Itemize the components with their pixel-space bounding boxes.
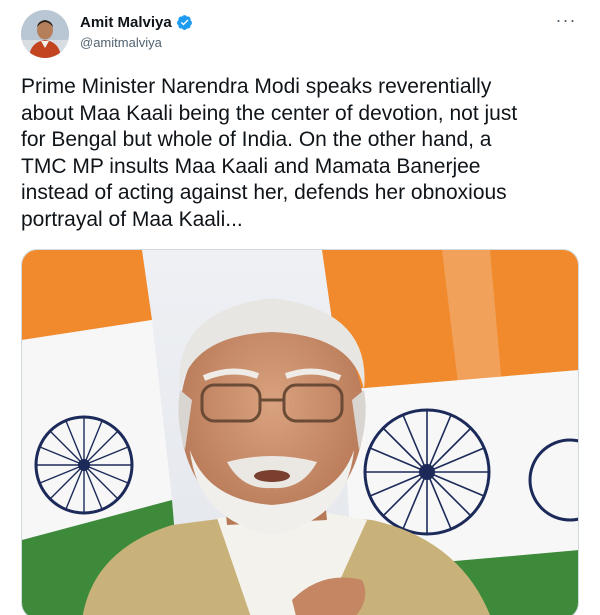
tweet-media-image[interactable] (21, 249, 579, 615)
author-handle[interactable]: @amitmalviya (80, 35, 193, 50)
author-avatar[interactable] (21, 10, 69, 58)
author-info: Amit Malviya @amitmalviya (80, 12, 193, 50)
tweet-text: Prime Minister Narendra Modi speaks reve… (21, 75, 518, 231)
tweet-card[interactable]: Amit Malviya @amitmalviya ··· Prime Mini… (0, 0, 600, 615)
verified-badge-icon (176, 14, 193, 31)
author-name[interactable]: Amit Malviya (80, 14, 172, 31)
more-options-icon[interactable]: ··· (554, 10, 578, 30)
